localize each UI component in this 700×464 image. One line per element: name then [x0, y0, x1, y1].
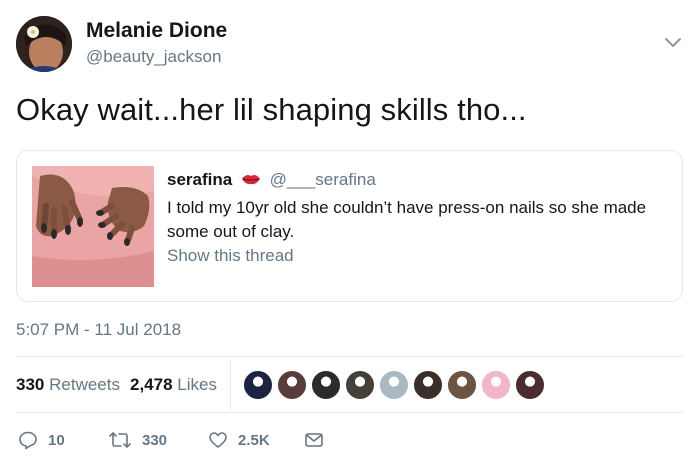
direct-message-button[interactable]	[304, 428, 334, 452]
retweet-count: 330	[142, 431, 168, 449]
tweet-timestamp[interactable]: 5:07 PM - 11 Jul 2018	[16, 320, 181, 340]
reply-button[interactable]: 10	[18, 428, 65, 452]
liker-avatar[interactable]	[345, 370, 375, 400]
reply-count: 10	[48, 431, 65, 449]
liker-avatar[interactable]	[277, 370, 307, 400]
likes-label: Likes	[177, 375, 217, 394]
liker-avatar[interactable]	[379, 370, 409, 400]
like-button[interactable]: 2.5K	[208, 428, 270, 452]
likes-count: 2,478	[129, 375, 173, 394]
quoted-tweet-image[interactable]	[32, 166, 154, 287]
lips-emoji-icon	[241, 175, 260, 185]
chevron-down-icon[interactable]	[664, 36, 682, 50]
quoted-author-name[interactable]: serafina	[167, 170, 232, 189]
envelope-icon	[305, 433, 323, 447]
user-handle[interactable]: @beauty_jackson	[86, 47, 221, 67]
show-thread-link[interactable]: Show this thread	[167, 246, 294, 266]
retweet-button[interactable]: 330	[108, 428, 167, 452]
retweets-label: Retweets	[49, 375, 120, 394]
liker-avatar[interactable]	[481, 370, 511, 400]
divider	[16, 412, 684, 413]
stats-separator	[230, 360, 231, 410]
retweet-icon	[109, 432, 131, 448]
hands-photo-icon	[32, 166, 154, 287]
liker-avatar[interactable]	[515, 370, 545, 400]
tweet-actions: 10 330 2.5K	[18, 428, 418, 452]
retweets-stat[interactable]: 330 Retweets	[16, 375, 120, 394]
tweet-text: Okay wait...her lil shaping skills tho..…	[16, 92, 527, 127]
liker-avatar[interactable]	[311, 370, 341, 400]
liker-avatar[interactable]	[447, 370, 477, 400]
quoted-tweet-header[interactable]: serafina @___serafina	[167, 170, 376, 190]
quoted-author-handle[interactable]: @___serafina	[270, 170, 376, 189]
heart-icon	[209, 432, 227, 448]
profile-photo-icon	[16, 16, 72, 72]
engagement-stats: 330 Retweets 2,478 Likes	[16, 375, 217, 395]
liker-avatar[interactable]	[243, 370, 273, 400]
retweets-count: 330	[16, 375, 45, 394]
divider	[16, 356, 684, 357]
liker-avatar[interactable]	[413, 370, 443, 400]
display-name[interactable]: Melanie Dione	[86, 19, 227, 43]
quoted-tweet-card[interactable]: serafina @___serafina I told my 10yr old…	[16, 150, 683, 302]
likes-stat[interactable]: 2,478 Likes	[130, 375, 217, 394]
avatar[interactable]	[16, 16, 72, 72]
like-count: 2.5K	[238, 431, 270, 449]
reply-icon	[19, 431, 37, 450]
quoted-tweet-text: I told my 10yr old she couldn’t have pre…	[167, 198, 647, 241]
